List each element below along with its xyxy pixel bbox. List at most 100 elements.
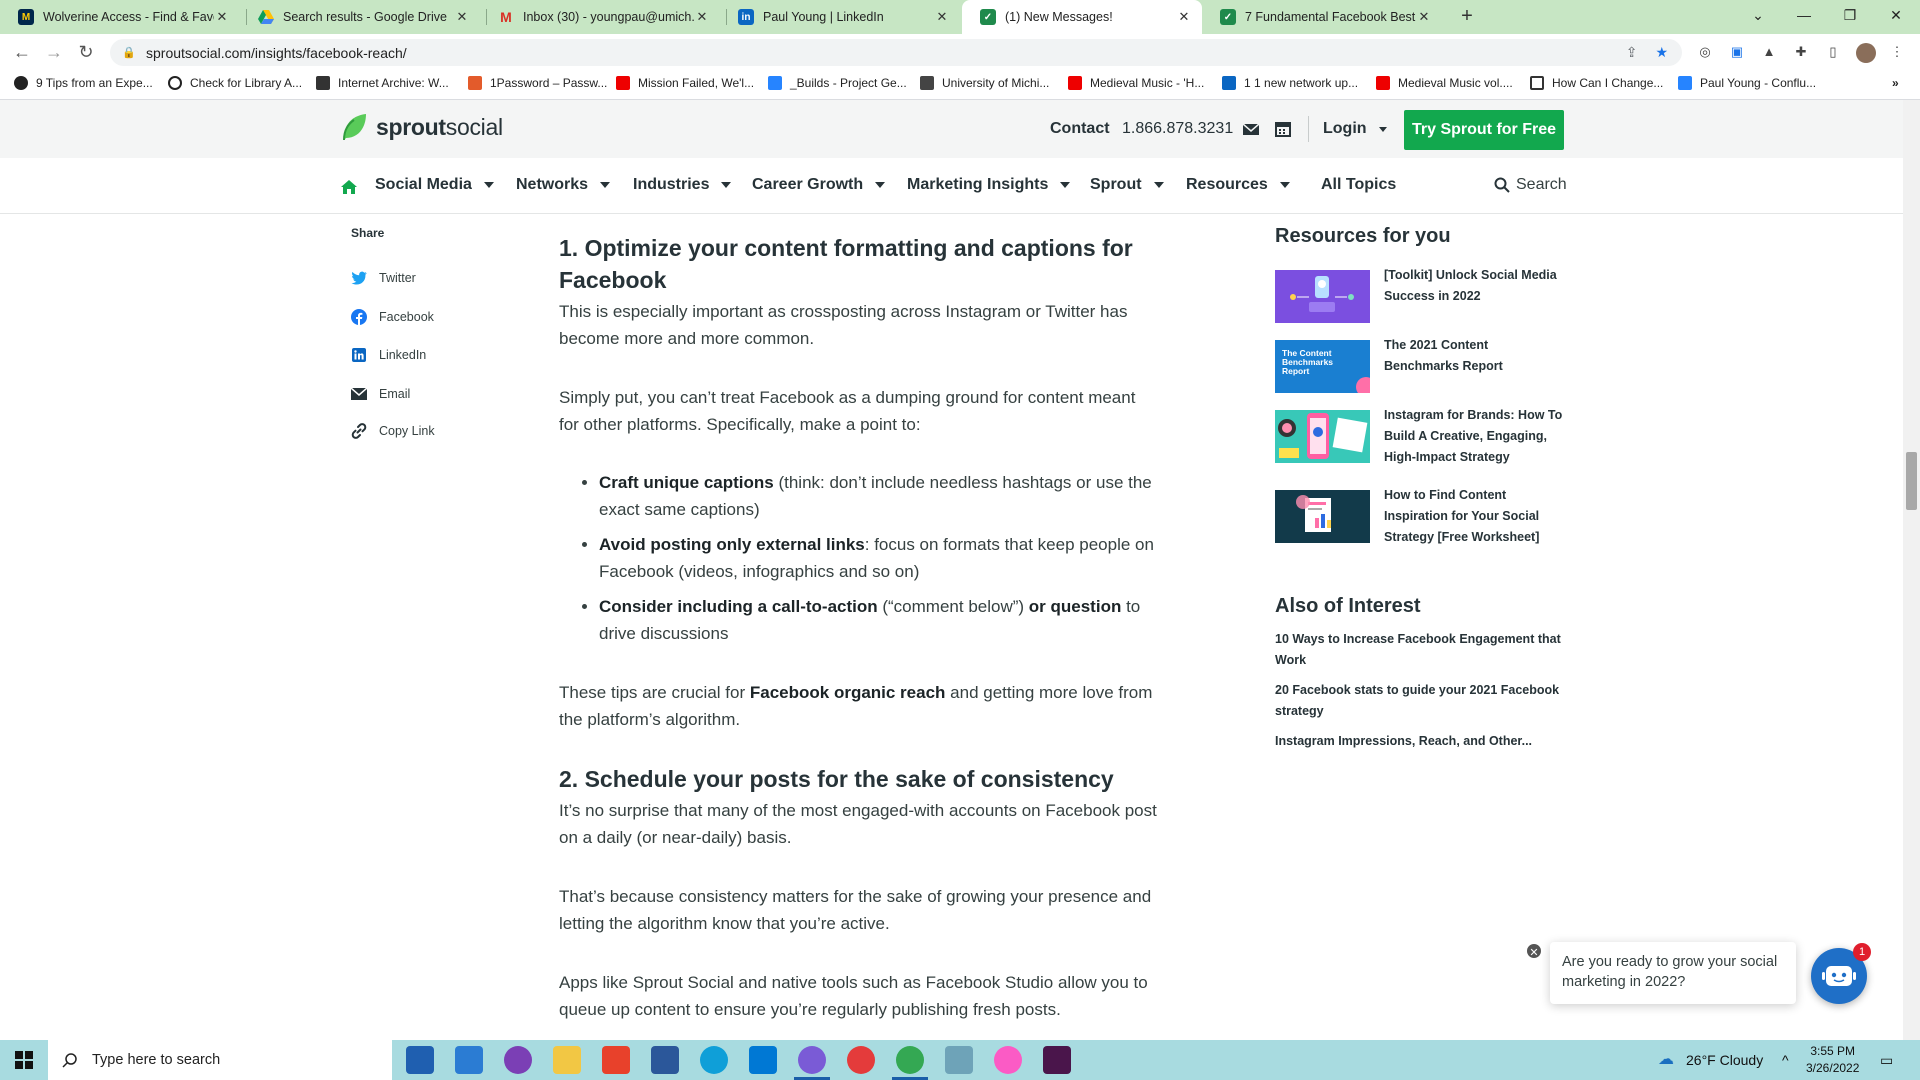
- contact-link[interactable]: Contact: [1050, 120, 1110, 138]
- page-scrollbar[interactable]: [1903, 100, 1920, 1040]
- share-email[interactable]: Email: [351, 386, 410, 402]
- close-tab-icon[interactable]: ✕: [694, 9, 710, 25]
- nav-item-all-topics[interactable]: All Topics: [1321, 176, 1396, 194]
- system-clock[interactable]: 3:55 PM 3/26/2022: [1806, 1043, 1859, 1077]
- vscode-icon[interactable]: [749, 1046, 777, 1074]
- bookmark[interactable]: Mission Failed, We'l...: [616, 76, 754, 90]
- resource-card[interactable]: Instagram for Brands: How To Build A Cre…: [1275, 408, 1564, 468]
- close-tab-icon[interactable]: ✕: [1176, 9, 1192, 25]
- interest-link[interactable]: 10 Ways to Increase Facebook Engagement …: [1275, 629, 1575, 671]
- browser-tab-active[interactable]: ✓ (1) New Messages! ✕: [962, 0, 1202, 34]
- bookmark-label: 1 1 new network up...: [1244, 76, 1359, 90]
- side-panel-icon[interactable]: ▯: [1824, 43, 1842, 61]
- reload-button[interactable]: ↻: [74, 41, 98, 65]
- login-menu[interactable]: Login: [1323, 120, 1387, 138]
- profile-avatar[interactable]: [1856, 43, 1876, 63]
- share-facebook[interactable]: Facebook: [351, 309, 434, 325]
- nav-item-networks[interactable]: Networks: [516, 176, 611, 194]
- close-window-button[interactable]: ✕: [1873, 0, 1919, 34]
- bookmark[interactable]: 1Password – Passw...: [468, 76, 607, 90]
- share-twitter[interactable]: Twitter: [351, 270, 416, 286]
- interest-link[interactable]: 20 Facebook stats to guide your 2021 Fac…: [1275, 680, 1575, 722]
- bookmark[interactable]: Paul Young - Conflu...: [1678, 76, 1816, 90]
- office-icon[interactable]: [602, 1046, 630, 1074]
- close-tab-icon[interactable]: ✕: [1416, 9, 1432, 25]
- forward-button[interactable]: →: [42, 41, 66, 65]
- nav-item-social-media[interactable]: Social Media: [375, 176, 494, 194]
- sprout-social-logo[interactable]: sproutsocial: [340, 112, 503, 142]
- bookmark[interactable]: University of Michi...: [920, 76, 1049, 90]
- bookmark[interactable]: Internet Archive: W...: [316, 76, 449, 90]
- file-explorer-icon[interactable]: [553, 1046, 581, 1074]
- nav-item-industries[interactable]: Industries: [633, 176, 732, 194]
- also-of-interest-title: Also of Interest: [1275, 595, 1421, 617]
- new-tab-button[interactable]: +: [1455, 5, 1479, 29]
- close-tab-icon[interactable]: ✕: [454, 9, 470, 25]
- windows-start-button[interactable]: [0, 1040, 48, 1080]
- share-linkedin[interactable]: LinkedIn: [351, 347, 426, 363]
- bookmark[interactable]: Check for Library A...: [168, 76, 302, 90]
- chat-prompt[interactable]: Are you ready to grow your social market…: [1550, 942, 1796, 1004]
- nav-item-career-growth[interactable]: Career Growth: [752, 176, 886, 194]
- share-icon[interactable]: ⇪: [1626, 44, 1638, 61]
- browser-tab[interactable]: in Paul Young | LinkedIn ✕: [720, 0, 960, 34]
- chrome-icon[interactable]: [892, 1046, 928, 1080]
- scrollbar-thumb[interactable]: [1906, 452, 1917, 510]
- phone-link[interactable]: 1.866.878.3231: [1122, 120, 1233, 138]
- resource-card[interactable]: The Content Benchmarks Report The 2021 C…: [1275, 338, 1564, 393]
- app-icon[interactable]: [504, 1046, 532, 1074]
- link-organic-reach[interactable]: Facebook organic reach: [750, 683, 946, 702]
- app-icon[interactable]: [847, 1046, 875, 1074]
- bookmark[interactable]: Medieval Music - 'H...: [1068, 76, 1204, 90]
- home-icon[interactable]: [340, 178, 358, 196]
- itunes-icon[interactable]: [994, 1046, 1022, 1074]
- weather-text[interactable]: 26°F Cloudy: [1686, 1052, 1763, 1068]
- app-icon[interactable]: [794, 1046, 830, 1080]
- resource-thumbnail: [1275, 270, 1370, 323]
- more-bookmarks-icon[interactable]: »: [1892, 76, 1899, 90]
- mail-app-icon[interactable]: [455, 1046, 483, 1074]
- nav-item-sprout[interactable]: Sprout: [1090, 176, 1164, 194]
- task-view-icon[interactable]: [406, 1046, 434, 1074]
- extension-icon[interactable]: ◎: [1696, 43, 1714, 61]
- browser-tab[interactable]: Search results - Google Drive ✕: [240, 0, 480, 34]
- nav-item-marketing-insights[interactable]: Marketing Insights: [907, 176, 1071, 194]
- resource-card[interactable]: How to Find Content Inspiration for Your…: [1275, 488, 1564, 548]
- restore-button[interactable]: ❐: [1827, 0, 1873, 34]
- extension-icon[interactable]: ▲: [1760, 43, 1778, 61]
- taskbar-search[interactable]: Type here to search: [48, 1040, 392, 1080]
- interest-link[interactable]: Instagram Impressions, Reach, and Other.…: [1275, 731, 1575, 752]
- bookmark[interactable]: 1 1 new network up...: [1222, 76, 1358, 90]
- notifications-icon[interactable]: ▭: [1880, 1052, 1893, 1069]
- browser-tab[interactable]: ✓ 7 Fundamental Facebook Best Pr ✕: [1202, 0, 1442, 34]
- extensions-puzzle-icon[interactable]: ✚: [1792, 43, 1810, 61]
- share-copy-link[interactable]: Copy Link: [351, 423, 435, 439]
- calendar-icon[interactable]: [1274, 120, 1292, 138]
- chevron-up-icon[interactable]: ^: [1782, 1052, 1789, 1068]
- app-icon[interactable]: [945, 1046, 973, 1074]
- site-search[interactable]: Search: [1494, 176, 1567, 194]
- word-icon[interactable]: [651, 1046, 679, 1074]
- nav-item-resources[interactable]: Resources: [1186, 176, 1290, 194]
- bookmark[interactable]: How Can I Change...: [1530, 76, 1663, 90]
- close-icon[interactable]: ✕: [1525, 942, 1543, 960]
- resource-card[interactable]: [Toolkit] Unlock Social Media Success in…: [1275, 268, 1564, 323]
- bookmark[interactable]: 9 Tips from an Expe...: [14, 76, 153, 90]
- edge-icon[interactable]: [700, 1046, 728, 1074]
- bookmark[interactable]: Medieval Music vol....: [1376, 76, 1513, 90]
- slack-icon[interactable]: [1043, 1046, 1071, 1074]
- menu-icon[interactable]: ⋮: [1888, 43, 1906, 61]
- close-tab-icon[interactable]: ✕: [214, 9, 230, 25]
- bookmark-star-icon[interactable]: ★: [1655, 44, 1668, 61]
- address-bar[interactable]: 🔒 sproutsocial.com/insights/facebook-rea…: [110, 39, 1682, 66]
- back-button[interactable]: ←: [10, 41, 34, 65]
- bookmark[interactable]: _Builds - Project Ge...: [768, 76, 907, 90]
- close-tab-icon[interactable]: ✕: [934, 9, 950, 25]
- tab-search-icon[interactable]: ⌄: [1735, 0, 1781, 34]
- minimize-button[interactable]: —: [1781, 0, 1827, 34]
- email-icon[interactable]: [1242, 120, 1260, 138]
- extension-icon[interactable]: ▣: [1728, 43, 1746, 61]
- try-free-button[interactable]: Try Sprout for Free: [1404, 110, 1564, 150]
- browser-tab[interactable]: M Inbox (30) - youngpau@umich.ec ✕: [480, 0, 720, 34]
- browser-tab[interactable]: M Wolverine Access - Find & Favori ✕: [0, 0, 240, 34]
